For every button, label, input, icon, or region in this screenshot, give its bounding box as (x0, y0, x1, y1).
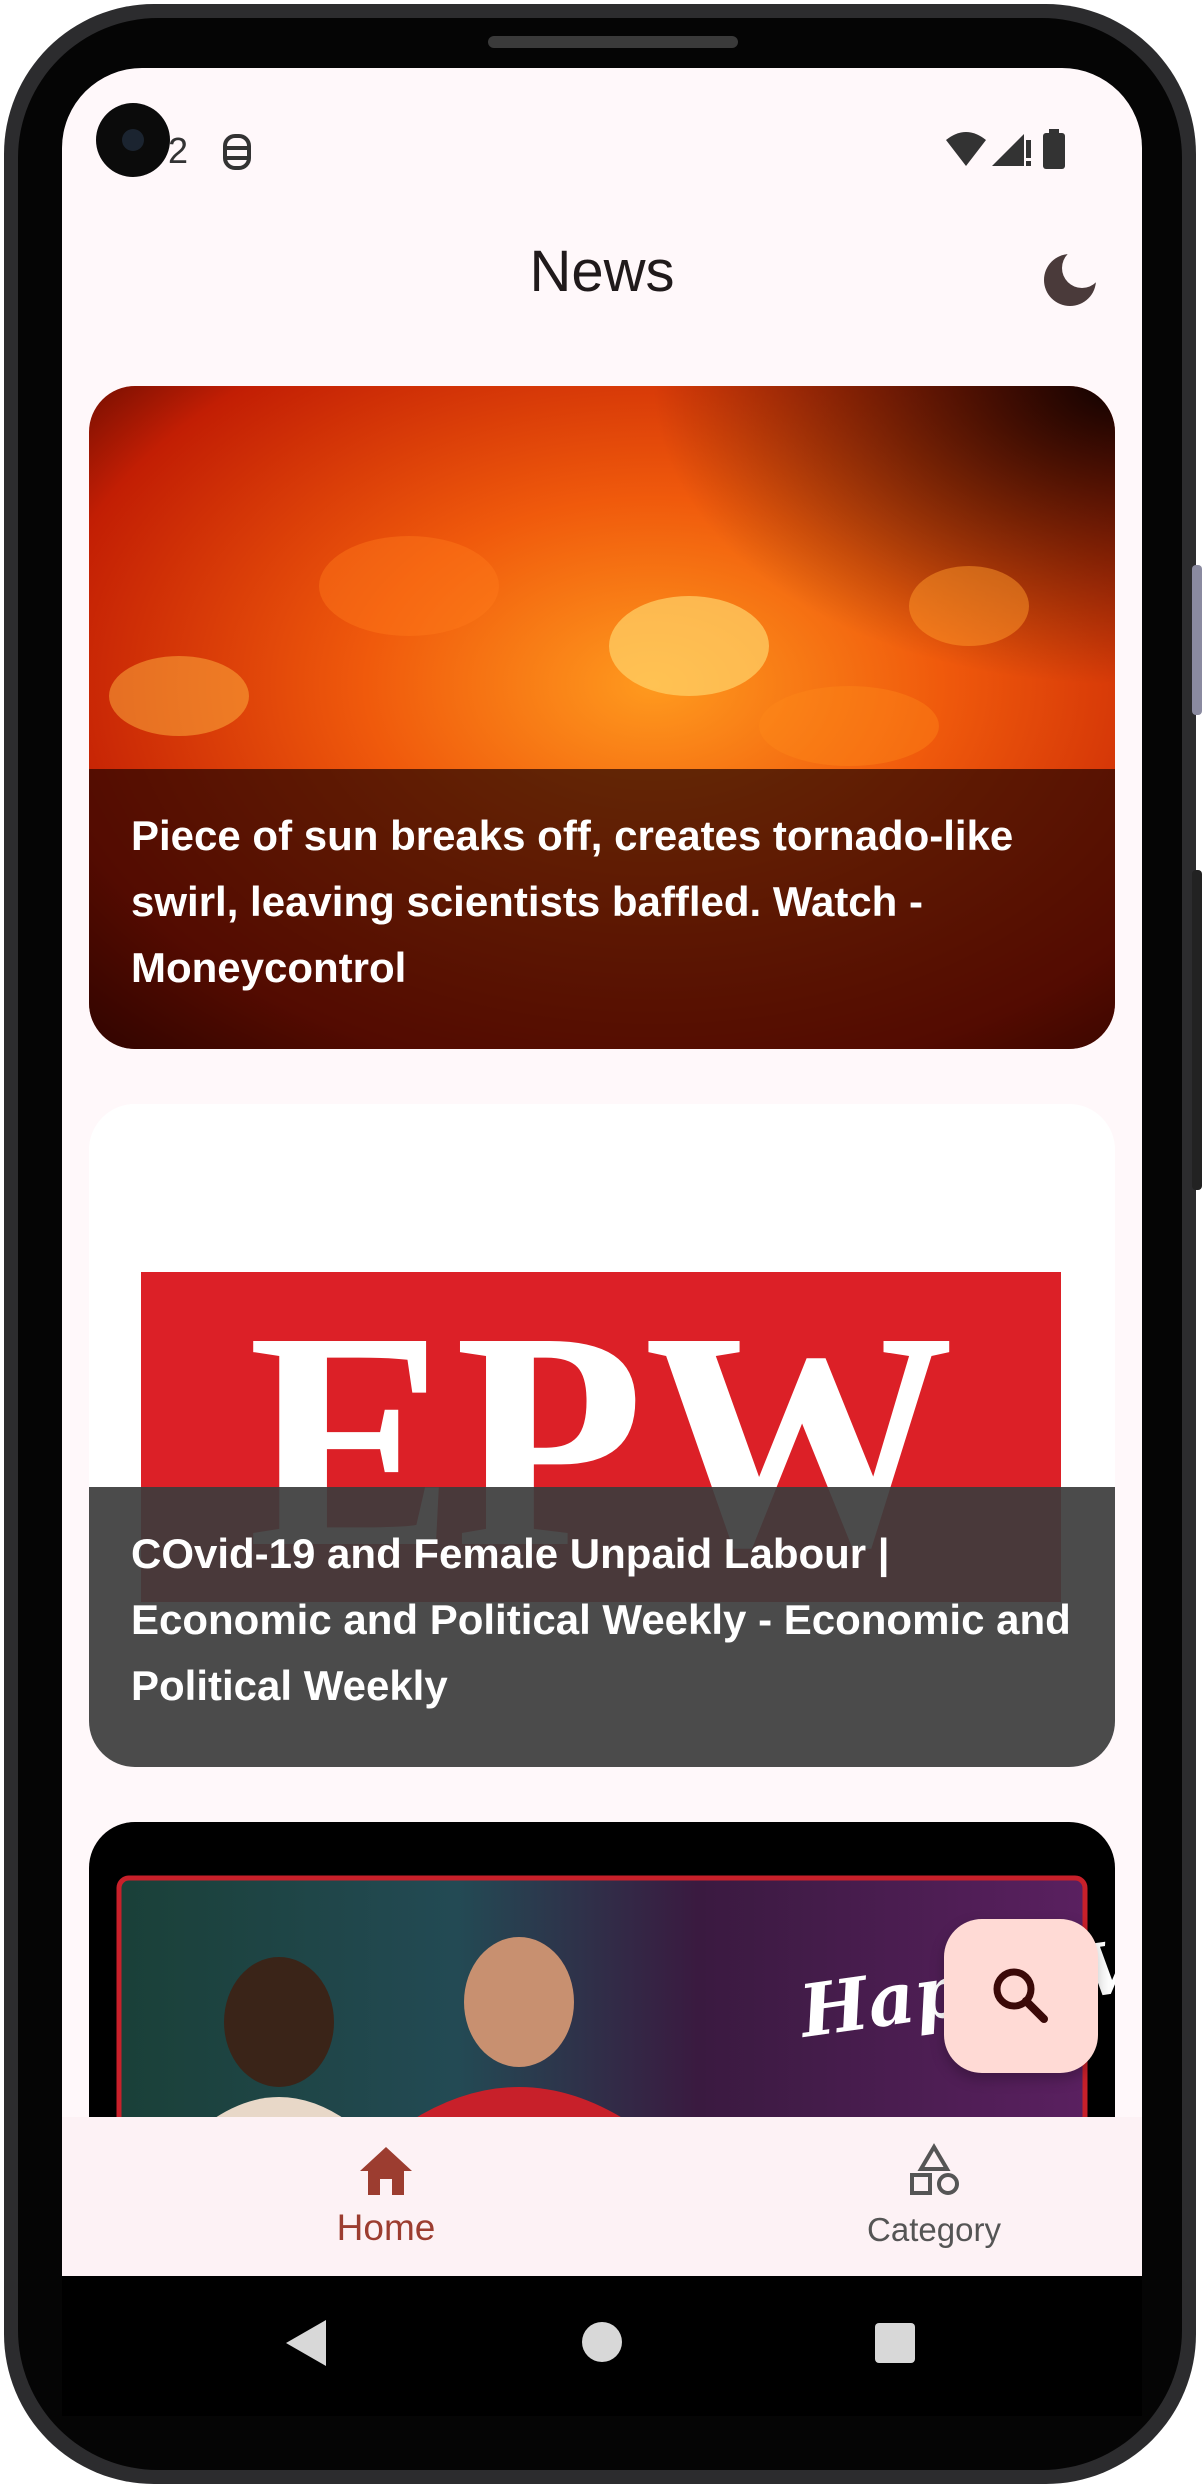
wifi-icon (946, 132, 986, 166)
search-fab[interactable] (944, 1919, 1098, 2073)
news-card[interactable]: Piece of sun breaks off, creates tornado… (89, 386, 1115, 1049)
search-icon (993, 1968, 1048, 2023)
article-title: COvid-19 and Female Unpaid Labour | Econ… (131, 1530, 1071, 1709)
nav-label-home: Home (336, 2207, 436, 2248)
power-button (1192, 870, 1202, 1190)
page-title: News (529, 239, 675, 304)
nav-item-home[interactable]: Home (236, 2127, 536, 2267)
status-time: 2 (168, 130, 189, 171)
news-card[interactable]: EPW COvid-19 and Female Unpaid Labour | … (89, 1104, 1115, 1767)
back-icon[interactable] (284, 2318, 328, 2368)
battery-icon (1043, 129, 1065, 169)
nav-item-category[interactable]: Category (784, 2127, 1084, 2267)
front-camera (96, 103, 170, 177)
home-button-icon[interactable] (580, 2320, 624, 2364)
card-caption-overlay: COvid-19 and Female Unpaid Labour | Econ… (89, 1487, 1115, 1767)
earpiece-speaker (488, 36, 738, 48)
volume-button (1192, 565, 1202, 715)
system-navigation-bar (62, 2276, 1142, 2416)
app-screen: 2 News Piece of sun breaks off, creates … (62, 68, 1142, 2276)
signal-icon (992, 134, 1031, 166)
notification-icon (223, 134, 251, 170)
card-caption-overlay: Piece of sun breaks off, creates tornado… (89, 769, 1115, 1049)
device-frame: 2 News Piece of sun breaks off, creates … (0, 0, 1204, 2491)
home-icon (360, 2147, 412, 2195)
category-icon (910, 2143, 959, 2195)
moon-icon[interactable] (1042, 252, 1098, 308)
recents-icon[interactable] (874, 2322, 916, 2364)
bottom-navigation: Home Category (62, 2117, 1142, 2276)
nav-label-category: Category (867, 2211, 1001, 2248)
article-title: Piece of sun breaks off, creates tornado… (131, 812, 1014, 991)
